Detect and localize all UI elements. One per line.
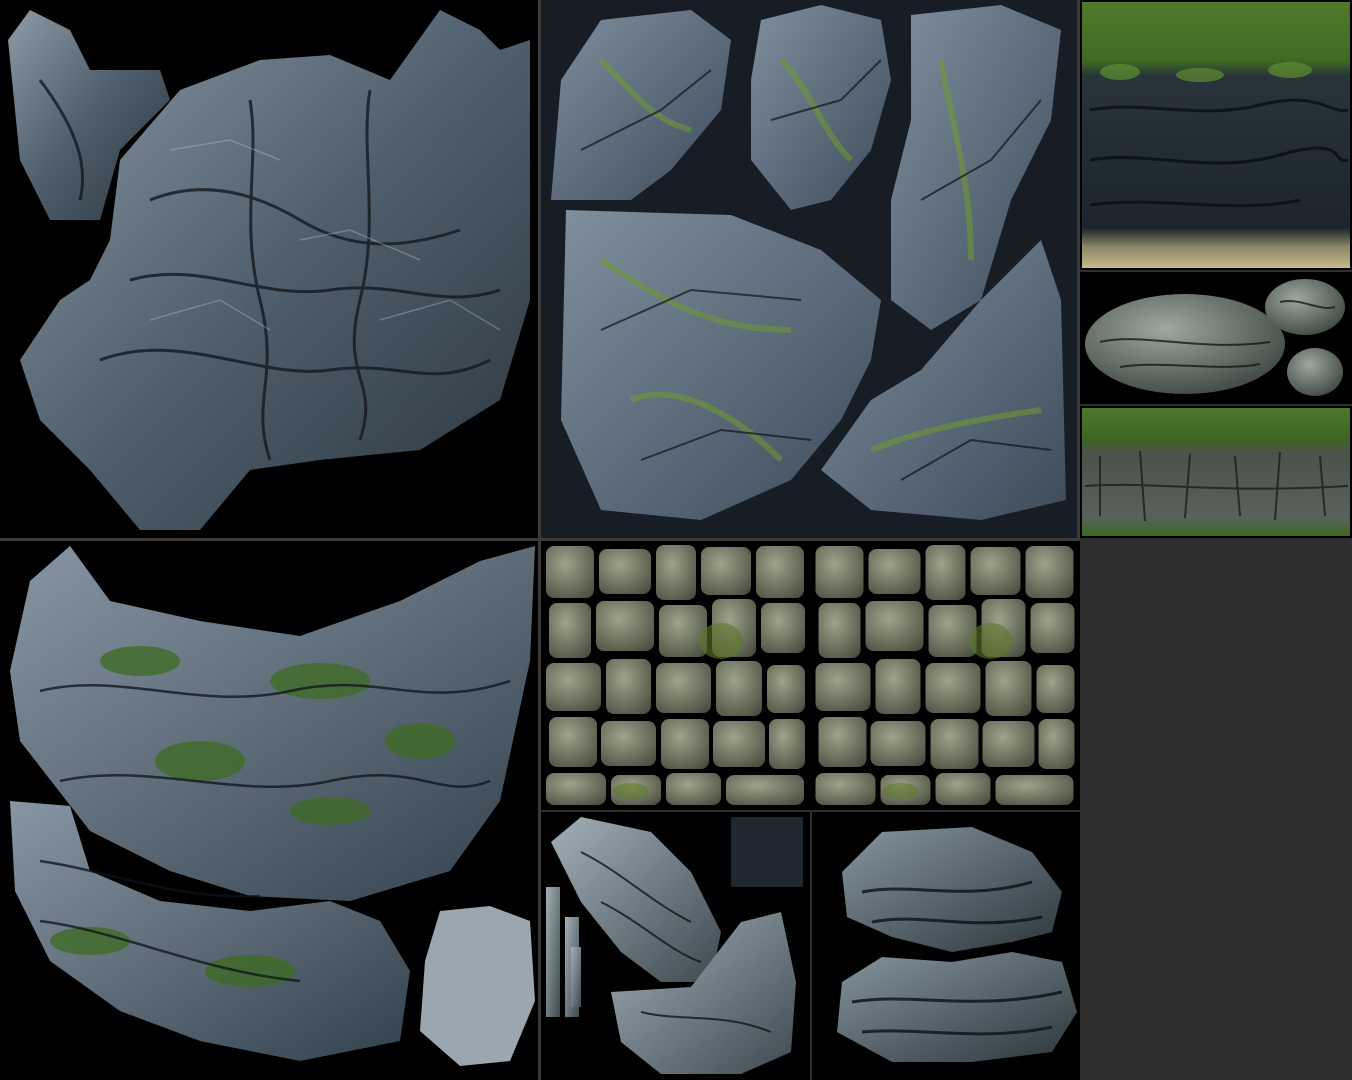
dark-swatch (731, 817, 803, 887)
mossy-rock-sheet-panel (0, 541, 538, 1080)
rock-sheet-upper (10, 546, 535, 901)
boulders-small-panel (1080, 272, 1352, 404)
cliff-grass-strip-texture (1082, 2, 1350, 268)
cobble-tile-a-panel (541, 541, 810, 810)
cliff-grass-strip-panel (1080, 0, 1352, 270)
cobble-tile-b-texture (815, 545, 1075, 805)
rock-strips-panel (541, 812, 810, 1080)
rock-pieces-dark-panel (812, 812, 1080, 1080)
rock-shard (751, 5, 891, 210)
boulders-small-texture (1085, 279, 1345, 396)
rock-shards-mossy-texture (551, 5, 1066, 520)
cobble-tile-a-texture (546, 545, 805, 805)
cobble-tile-b-panel (810, 541, 1080, 810)
mossy-rock-sheet-texture (10, 546, 535, 1066)
cliff-grass-strip-2-panel (1080, 406, 1352, 538)
rock-piece-lower (837, 952, 1077, 1062)
rock-cluster-large-panel (0, 0, 538, 538)
cliff-grass-strip-2-texture (1082, 408, 1350, 536)
rock-chunk (420, 906, 535, 1066)
rock-shards-mossy-panel (541, 0, 1077, 538)
rock-pieces-dark-texture (837, 827, 1077, 1062)
rock-cluster-large-texture (8, 10, 530, 530)
rock-strips-texture (546, 817, 803, 1074)
boulder-small (1287, 348, 1343, 396)
